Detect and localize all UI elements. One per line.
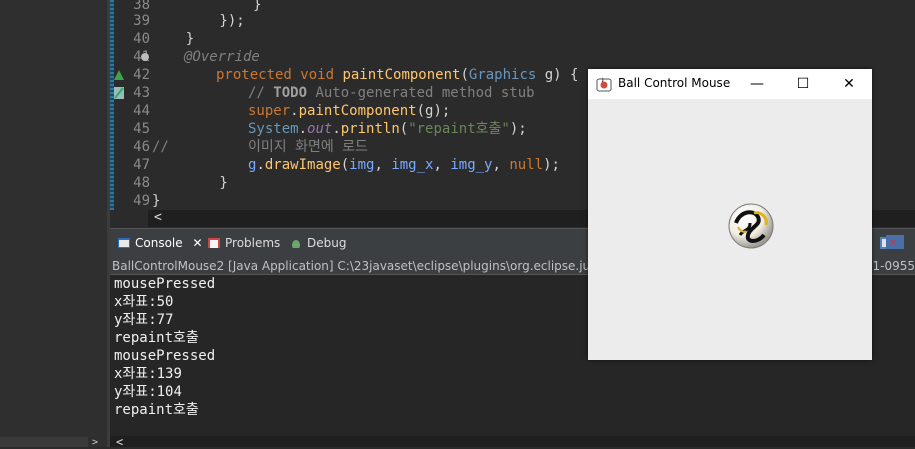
comment: // (248, 85, 274, 101)
overview-ruler (110, 0, 114, 210)
comment: // (152, 139, 169, 155)
tab-label: Console (135, 236, 183, 250)
field-name: out (307, 121, 333, 137)
console-line: repaint호출 (114, 330, 199, 346)
method-name: drawImage (264, 157, 341, 173)
tab-problems[interactable]: Problems (208, 236, 280, 250)
code-text: }); (152, 13, 245, 29)
punct: ( (399, 121, 409, 137)
punct: . (332, 121, 341, 137)
punct: , (433, 157, 451, 173)
console-line: y좌표:77 (114, 312, 174, 328)
left-scroll-arrow[interactable]: > (92, 437, 98, 448)
type-name: Graphics (468, 67, 545, 83)
punct: , (374, 157, 392, 173)
punct: . (290, 103, 299, 119)
console-icon (118, 238, 130, 248)
punct: ); (543, 157, 560, 173)
variable: img_y (450, 157, 493, 173)
keyword: null (509, 157, 544, 173)
close-icon[interactable]: ✕ (192, 236, 202, 250)
maximize-button[interactable]: ☐ (780, 69, 826, 99)
line-number: 42 (133, 67, 150, 83)
punct: . (256, 157, 265, 173)
variable: img (349, 157, 375, 173)
debug-bug-icon (292, 240, 300, 248)
comment: 이미지 화면에 로드 (248, 139, 368, 155)
window-titlebar[interactable]: Ball Control Mouse — ☐ ✕ (588, 69, 872, 99)
console-horizontal-scrollbar[interactable]: < (110, 436, 915, 448)
code-text: } (152, 175, 228, 191)
launch-info-text: BallControlMouse2 [Java Application] C:\… (112, 259, 624, 273)
punct: , (492, 157, 510, 173)
remove-launch-icon[interactable]: ✕ (886, 235, 904, 249)
ball-control-window: Ball Control Mouse — ☐ ✕ (588, 69, 872, 360)
tab-console[interactable]: Console ✕ (118, 236, 203, 250)
string-literal: "repaint호출" (408, 121, 510, 137)
ball-image[interactable] (728, 203, 774, 249)
task-marker-icon (114, 87, 124, 99)
tab-debug[interactable]: Debug (290, 236, 346, 250)
code-text: } (152, 31, 195, 47)
problems-icon (208, 238, 220, 248)
tab-label: Debug (307, 236, 347, 250)
console-line: repaint호출 (114, 402, 199, 418)
console-line: x좌표:50 (114, 294, 174, 310)
method-name: paintComponent (298, 103, 417, 119)
method-name: paintComponent (342, 67, 461, 83)
line-number: 48 (133, 175, 150, 191)
console-line: mousePressed (114, 276, 216, 292)
java-app-icon (596, 77, 612, 92)
line-number: 43 (133, 85, 150, 101)
code-text: } (152, 193, 161, 209)
keyword: super (248, 103, 291, 119)
minimize-button[interactable]: — (734, 69, 780, 99)
launch-info-tail: 1-0955 (872, 259, 915, 273)
type-name: System (248, 121, 299, 137)
keyword: protected void (216, 67, 343, 83)
line-number: 40 (133, 31, 150, 47)
close-button[interactable]: ✕ (826, 69, 872, 99)
svg-text:✕: ✕ (889, 238, 897, 249)
variable: img_x (391, 157, 434, 173)
punct: ); (509, 121, 527, 137)
override-annotation: @Override (184, 49, 260, 65)
console-line: x좌표:139 (114, 366, 182, 382)
punct: ( (460, 67, 469, 83)
left-panel-scrollbar[interactable] (0, 437, 88, 447)
line-number: 46 (133, 139, 150, 155)
line-number: 49 (133, 193, 150, 209)
line-number: 47 (133, 157, 150, 173)
scroll-left-arrow[interactable]: < (154, 210, 162, 225)
punct: . (298, 121, 308, 137)
fold-icon[interactable] (141, 53, 149, 61)
punct: ( (340, 157, 350, 173)
override-marker-icon (114, 70, 124, 80)
console-line: mousePressed (114, 348, 216, 364)
comment: Auto-generated method stub (307, 85, 535, 101)
line-number: 45 (133, 121, 150, 137)
args: (g); (416, 103, 451, 119)
line-number: 44 (133, 103, 150, 119)
param: g) { (544, 67, 579, 83)
console-line: y좌표:104 (114, 384, 182, 400)
line-number: 39 (133, 13, 150, 29)
tab-label: Problems (225, 236, 281, 250)
todo-tag: TODO (273, 85, 308, 101)
method-name: println (340, 121, 400, 137)
left-panel (0, 0, 107, 447)
window-title: Ball Control Mouse (618, 76, 731, 90)
